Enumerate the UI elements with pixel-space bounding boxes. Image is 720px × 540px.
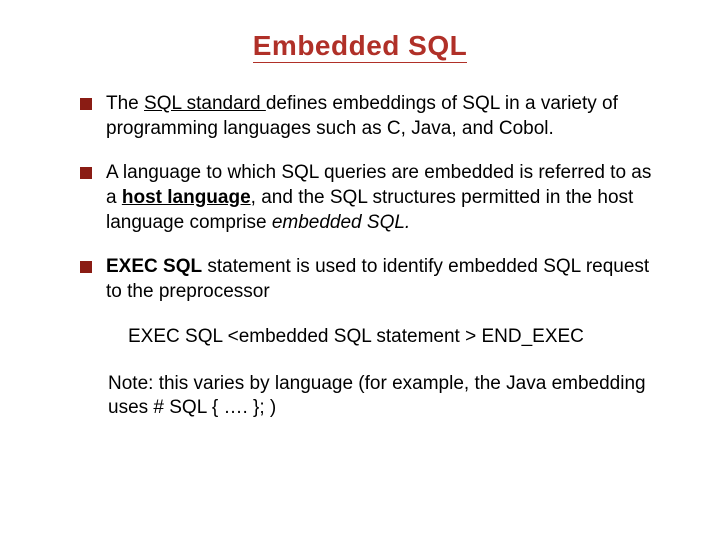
square-bullet-icon — [80, 167, 92, 179]
italic-text: embedded SQL. — [272, 212, 410, 233]
bullet-text: The SQL standard defines embeddings of S… — [106, 92, 660, 141]
bullet-list: The SQL standard defines embeddings of S… — [80, 92, 660, 305]
code-statement: EXEC SQL <embedded SQL statement > END_E… — [128, 325, 680, 350]
square-bullet-icon — [80, 98, 92, 110]
underlined-text: SQL standard — [144, 93, 266, 114]
text-span: The — [106, 93, 144, 114]
title-text-1: Embedded — [253, 30, 408, 61]
note-text: Note: this varies by language (for examp… — [108, 372, 680, 421]
bullet-text: A language to which SQL queries are embe… — [106, 161, 660, 235]
bullet-text: EXEC SQL statement is used to identify e… — [106, 255, 660, 304]
bullet-item: A language to which SQL queries are embe… — [80, 161, 660, 235]
bullet-item: EXEC SQL statement is used to identify e… — [80, 255, 660, 304]
slide-title: Embedded SQL — [40, 30, 680, 62]
bold-text: EXEC SQL — [106, 256, 202, 277]
slide: Embedded SQL The SQL standard defines em… — [0, 0, 720, 540]
square-bullet-icon — [80, 261, 92, 273]
bold-underlined-text: host language — [122, 187, 251, 208]
title-text-2: SQL — [408, 30, 467, 61]
bullet-item: The SQL standard defines embeddings of S… — [80, 92, 660, 141]
